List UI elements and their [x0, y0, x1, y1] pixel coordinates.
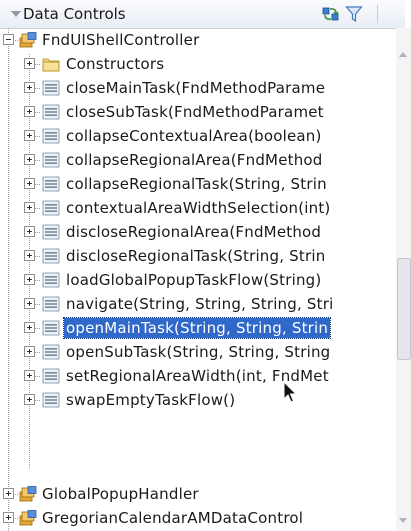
data-controls-panel: Data Controls FndUIShellController Const… — [0, 0, 411, 531]
data-control-icon — [19, 32, 37, 48]
vertical-scrollbar[interactable] — [396, 28, 411, 531]
method-icon — [42, 296, 60, 312]
toolbar-separator — [377, 5, 378, 23]
method-icon — [42, 128, 60, 144]
tree-node-label: discloseRegionalArea(FndMethod — [66, 223, 322, 241]
scroll-down-arrow-icon[interactable] — [399, 518, 407, 523]
filter-icon[interactable] — [345, 5, 363, 23]
method-icon — [42, 152, 60, 168]
method-icon — [42, 344, 60, 360]
tree-node-label: discloseRegionalTask(String, Strin — [66, 247, 326, 265]
tree-node-label: closeMainTask(FndMethodParame — [66, 79, 326, 97]
tree-node-label: FndUIShellController — [42, 31, 200, 49]
tree-node-label: contextualAreaWidthSelection(int) — [66, 199, 331, 217]
expand-toggle-icon[interactable] — [24, 322, 35, 333]
method-icon — [42, 224, 60, 240]
method-icon — [42, 80, 60, 96]
expand-toggle-icon[interactable] — [24, 178, 35, 189]
data-control-icon — [19, 510, 37, 526]
mouse-pointer-icon — [283, 381, 298, 403]
method-icon — [42, 248, 60, 264]
scroll-up-arrow-icon[interactable] — [399, 52, 407, 57]
tree-node-label-selected: openMainTask(String, String, Strin — [62, 317, 332, 339]
collapse-toggle-icon[interactable] — [3, 34, 14, 45]
expand-toggle-icon[interactable] — [24, 82, 35, 93]
method-icon — [42, 392, 60, 408]
expand-toggle-icon[interactable] — [3, 512, 14, 523]
expand-toggle-icon[interactable] — [24, 130, 35, 141]
tree-node-root[interactable]: GlobalPopupHandler — [0, 482, 396, 506]
tree-node-child-selected[interactable]: openMainTask(String, String, Strin — [0, 316, 396, 340]
expand-toggle-icon[interactable] — [24, 346, 35, 357]
tree-node-child[interactable]: closeSubTask(FndMethodParamet — [0, 100, 396, 124]
tree-node-label: GlobalPopupHandler — [42, 485, 199, 503]
expand-toggle-icon[interactable] — [24, 370, 35, 381]
expand-toggle-icon[interactable] — [3, 488, 14, 499]
data-control-icon — [19, 486, 37, 502]
tree-node-label: collapseRegionalTask(String, Strin — [66, 175, 327, 193]
tree-node-label: GregorianCalendarAMDataControl — [42, 509, 304, 527]
tree-node-child[interactable]: collapseRegionalArea(FndMethod — [0, 148, 396, 172]
tree-node-label: navigate(String, String, String, Stri — [66, 295, 334, 313]
tree-node-label: collapseRegionalArea(FndMethod — [66, 151, 323, 169]
tree-node-child[interactable]: discloseRegionalArea(FndMethod — [0, 220, 396, 244]
data-controls-tree[interactable]: FndUIShellController Constructors closeM… — [0, 28, 396, 531]
tree-node-root[interactable]: FndUIShellController — [0, 28, 396, 52]
expand-toggle-icon[interactable] — [24, 154, 35, 165]
folder-icon — [42, 58, 60, 72]
expand-toggle-icon[interactable] — [24, 58, 35, 69]
tree-node-child[interactable]: Constructors — [0, 52, 396, 76]
tree-node-child[interactable]: openSubTask(String, String, String — [0, 340, 396, 364]
expand-toggle-icon[interactable] — [24, 274, 35, 285]
tree-node-child[interactable]: loadGlobalPopupTaskFlow(String) — [0, 268, 396, 292]
tree-node-child[interactable]: contextualAreaWidthSelection(int) — [0, 196, 396, 220]
method-icon — [42, 176, 60, 192]
expand-toggle-icon[interactable] — [24, 394, 35, 405]
tree-node-label: closeSubTask(FndMethodParamet — [66, 103, 324, 121]
method-icon — [42, 104, 60, 120]
tree-node-root[interactable]: GregorianCalendarAMDataControl — [0, 506, 396, 530]
method-icon — [42, 320, 60, 336]
panel-title: Data Controls — [23, 5, 126, 23]
method-icon — [42, 272, 60, 288]
tree-node-child[interactable]: collapseRegionalTask(String, Strin — [0, 172, 396, 196]
collapse-triangle-icon[interactable] — [11, 11, 21, 17]
scrollbar-thumb[interactable] — [397, 258, 411, 360]
tree-node-label: openSubTask(String, String, String — [66, 343, 331, 361]
tree-node-child[interactable]: discloseRegionalTask(String, Strin — [0, 244, 396, 268]
panel-header[interactable]: Data Controls — [0, 0, 405, 29]
refresh-icon[interactable] — [321, 5, 341, 23]
tree-node-label: collapseContextualArea(boolean) — [66, 127, 322, 145]
tree-node-label: swapEmptyTaskFlow() — [66, 391, 236, 409]
expand-toggle-icon[interactable] — [24, 226, 35, 237]
tree-node-label: Constructors — [66, 55, 165, 73]
tree-node-child[interactable]: setRegionalAreaWidth(int, FndMet — [0, 364, 396, 388]
tree-node-child[interactable]: navigate(String, String, String, Stri — [0, 292, 396, 316]
tree-node-label: loadGlobalPopupTaskFlow(String) — [66, 271, 322, 289]
expand-toggle-icon[interactable] — [24, 298, 35, 309]
tree-node-child[interactable]: closeMainTask(FndMethodParame — [0, 76, 396, 100]
expand-toggle-icon[interactable] — [24, 106, 35, 117]
expand-toggle-icon[interactable] — [24, 202, 35, 213]
tree-node-child[interactable]: swapEmptyTaskFlow() — [0, 388, 396, 412]
expand-toggle-icon[interactable] — [24, 250, 35, 261]
tree-node-child[interactable]: collapseContextualArea(boolean) — [0, 124, 396, 148]
method-icon — [42, 368, 60, 384]
method-icon — [42, 200, 60, 216]
